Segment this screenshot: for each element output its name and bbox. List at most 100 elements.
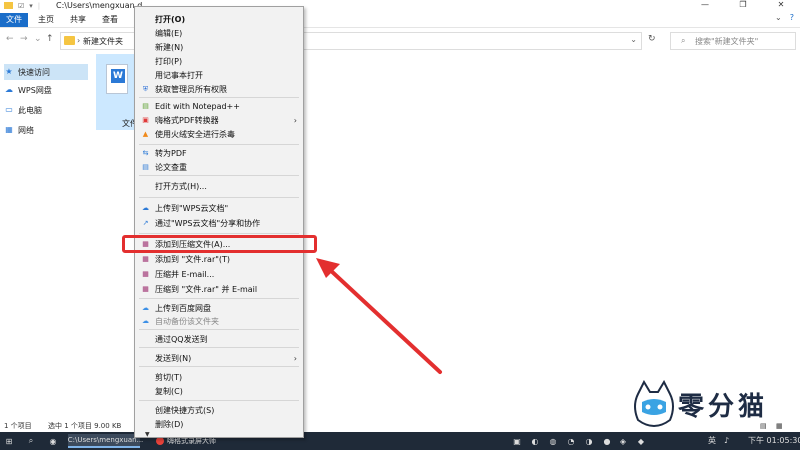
forward-icon[interactable]: → <box>20 34 28 44</box>
recent-icon[interactable]: ⌄ <box>34 34 42 44</box>
winrar-icon: ▦ <box>142 255 149 263</box>
selection-info: 选中 1 个项目 9.00 KB <box>48 422 122 430</box>
sidebar-item-this-pc[interactable]: ▭ 此电脑 <box>4 102 88 118</box>
taskbar-explorer-label: C:\Users\mengxuan... <box>67 436 144 444</box>
app-tray-icon[interactable]: ◔ <box>566 434 576 448</box>
chrome-icon[interactable]: ◉ <box>46 434 60 448</box>
tab-share[interactable]: 共享 <box>64 13 92 27</box>
help-icon[interactable]: ? <box>790 13 794 22</box>
chevron-down-icon[interactable]: ▾ <box>29 2 33 10</box>
sidebar-item-label: 网络 <box>18 125 34 135</box>
sidebar-item-network[interactable]: ▦ 网络 <box>4 122 88 138</box>
word-document-icon: W <box>106 64 128 94</box>
baidu-icon: ☁ <box>142 317 149 325</box>
cloud-icon: ☁ <box>5 85 13 94</box>
chevron-right-icon: › <box>77 36 81 45</box>
doc-check-icon: ▤ <box>142 163 149 171</box>
taskbar-explorer[interactable]: C:\Users\mengxuan... <box>68 434 143 448</box>
sidebar-item-label: 此电脑 <box>18 105 42 115</box>
menu-item[interactable]: ▦ 压缩到 "文件.rar" 并 E-mail <box>135 283 303 296</box>
cat-logo-icon <box>634 380 674 427</box>
scroll-down-icon[interactable]: ▼ <box>145 431 150 438</box>
menu-item[interactable]: ☁ 上传到百度网盘 <box>135 302 303 315</box>
menu-item-label: 打开(O) <box>155 15 186 24</box>
menu-item[interactable]: ⇆ 转为PDF <box>135 147 303 160</box>
menu-separator <box>139 400 299 401</box>
notepad-icon: ▤ <box>142 102 149 110</box>
app-tray-icon[interactable]: ▣ <box>512 434 522 448</box>
menu-item[interactable]: 复制(C) <box>135 385 303 398</box>
menu-item[interactable]: ▤ Edit with Notepad++ <box>135 100 303 113</box>
sidebar-item-quick-access[interactable]: ★ 快速访问 <box>4 64 88 80</box>
tab-home[interactable]: 主页 <box>32 13 60 27</box>
maximize-button[interactable]: ❐ <box>724 0 762 11</box>
sidebar-item-wps-drive[interactable]: ☁ WPS网盘 <box>4 82 88 98</box>
app-tray-icon[interactable]: ◑ <box>584 434 594 448</box>
menu-item[interactable]: ↗ 通过"WPS云文档"分享和协作 <box>135 217 303 230</box>
menu-separator <box>139 97 299 98</box>
minimize-button[interactable]: — <box>686 0 724 11</box>
wechat-icon[interactable]: ◍ <box>548 434 558 448</box>
search-icon[interactable]: ⌕ <box>24 434 38 448</box>
menu-item[interactable]: 剪切(T) <box>135 371 303 384</box>
tab-view[interactable]: 查看 <box>96 13 124 27</box>
app-tray-icon[interactable]: ● <box>602 434 612 448</box>
menu-item-label: 添加到 "文件.rar"(T) <box>155 255 231 264</box>
windows-start-icon[interactable]: ⊞ <box>2 434 16 448</box>
baidu-icon: ☁ <box>142 304 149 312</box>
menu-item[interactable]: 创建快捷方式(S) <box>135 404 303 417</box>
menu-item-label: 使用火绒安全进行杀毒 <box>155 130 235 139</box>
network-icon: ▦ <box>5 125 13 134</box>
menu-item-label: 嗨格式PDF转换器 <box>155 116 219 125</box>
winrar-icon: ▦ <box>142 270 149 278</box>
up-icon[interactable]: ↑ <box>46 34 54 44</box>
menu-item-label: 复制(C) <box>155 387 183 396</box>
menu-item[interactable]: 打印(P) <box>135 55 303 68</box>
search-box[interactable]: ⌕ 搜索"新建文件夹" <box>670 32 796 50</box>
menu-item[interactable]: ☁ 上传到"WPS云文档" <box>135 202 303 215</box>
file-item-selected[interactable]: W 文件 <box>96 54 138 130</box>
window-title: C:\Users\mengxuan.d <box>56 1 143 10</box>
chevron-down-icon[interactable]: ⌄ <box>630 35 637 44</box>
menu-separator <box>139 347 299 348</box>
menu-item-label: Edit with Notepad++ <box>155 102 240 111</box>
menu-item-label: 创建快捷方式(S) <box>155 406 215 415</box>
navigation-pane: ★ 快速访问 ☁ WPS网盘 ▭ 此电脑 ▦ 网络 <box>0 58 90 418</box>
folder-icon[interactable] <box>4 2 13 9</box>
close-button[interactable]: ✕ <box>762 0 800 11</box>
menu-item[interactable]: 用记事本打开 <box>135 69 303 82</box>
menu-item[interactable]: 删除(D) <box>135 418 303 431</box>
winrar-icon: ▦ <box>142 285 149 293</box>
menu-item[interactable]: ☁ 自动备份该文件夹 <box>135 315 303 328</box>
menu-item-label: 自动备份该文件夹 <box>155 317 219 326</box>
menu-item[interactable]: ▦ 添加到 "文件.rar"(T) <box>135 253 303 266</box>
app-tray-icon[interactable]: ◐ <box>530 434 540 448</box>
menu-item[interactable]: ▣ 嗨格式PDF转换器 › <box>135 114 303 127</box>
menu-item-label: 通过QQ发送到 <box>155 335 208 344</box>
menu-item[interactable]: ▤ 论文查重 <box>135 161 303 174</box>
menu-item[interactable]: 发送到(N) › <box>135 352 303 365</box>
menu-item[interactable]: 通过QQ发送到 <box>135 333 303 346</box>
menu-item[interactable]: ▦ 压缩并 E-mail... <box>135 268 303 281</box>
pdf-icon: ▣ <box>142 116 149 124</box>
menu-item[interactable]: 打开(O) <box>135 13 303 26</box>
back-icon[interactable]: ← <box>6 34 14 44</box>
chevron-right-icon: › <box>293 116 297 125</box>
watermark-text: 零分猫 <box>678 392 769 422</box>
menu-item[interactable]: 新建(N) <box>135 41 303 54</box>
search-placeholder: 搜索"新建文件夹" <box>695 37 759 46</box>
menu-item-label: 上传到"WPS云文档" <box>155 204 229 213</box>
tab-file[interactable]: 文件 <box>0 13 28 27</box>
app-tray-icon[interactable]: ◈ <box>618 434 628 448</box>
check-icon[interactable]: ☑ <box>18 2 24 10</box>
chevron-down-icon[interactable]: ⌄ <box>775 13 782 22</box>
menu-item[interactable]: ▲ 使用火绒安全进行杀毒 <box>135 128 303 141</box>
shield-icon: ⛨ <box>142 85 149 93</box>
folder-icon <box>64 36 75 45</box>
menu-item[interactable]: 打开方式(H)... <box>135 180 303 193</box>
menu-item[interactable]: ⛨ 获取管理员所有权限 <box>135 83 303 96</box>
sidebar-item-label: WPS网盘 <box>18 85 52 95</box>
refresh-icon[interactable]: ↻ <box>648 34 656 44</box>
menu-item-label: 压缩到 "文件.rar" 并 E-mail <box>155 285 258 294</box>
menu-item[interactable]: 编辑(E) <box>135 27 303 40</box>
